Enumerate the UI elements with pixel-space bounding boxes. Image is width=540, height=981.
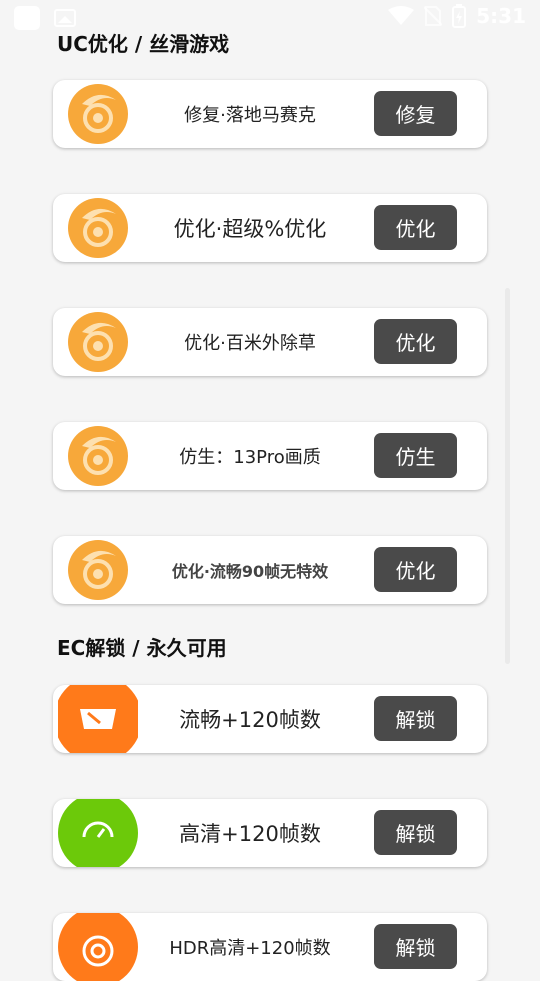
- card-label: 仿生：13Pro画质: [179, 447, 321, 468]
- wifi-icon: [388, 6, 415, 25]
- card-label: 优化·流畅90帧无特效: [171, 562, 329, 581]
- battery-charging-icon: [452, 4, 467, 28]
- card-label: 优化·超级%优化: [173, 217, 327, 241]
- uc-logo-icon: [68, 84, 128, 144]
- unlock-button[interactable]: 解锁: [374, 924, 457, 969]
- section-title-uc: UC优化 / 丝滑游戏: [57, 32, 230, 56]
- image-notification-icon: [54, 9, 76, 27]
- notification-app-icon: [14, 6, 40, 30]
- speedometer-icon: [58, 913, 138, 981]
- fix-button[interactable]: 修复: [374, 91, 457, 136]
- unlock-button[interactable]: 解锁: [374, 810, 457, 855]
- card-label: HDR高清+120帧数: [169, 938, 331, 959]
- card-bionic-13pro: 仿生：13Pro画质 仿生: [53, 422, 487, 490]
- scrollbar[interactable]: [505, 288, 510, 664]
- card-smooth-90fps: 优化·流畅90帧无特效 优化: [53, 536, 487, 604]
- card-label: 修复·落地马赛克: [184, 105, 316, 126]
- card-super-optimize: 优化·超级%优化 优化: [53, 194, 487, 262]
- uc-logo-icon: [68, 540, 128, 600]
- bionic-button[interactable]: 仿生: [374, 433, 457, 478]
- no-sim-icon: [424, 6, 443, 26]
- uc-logo-icon: [68, 426, 128, 486]
- uc-logo-icon: [68, 312, 128, 372]
- section-title-ec: EC解锁 / 永久可用: [57, 636, 227, 660]
- optimize-button[interactable]: 优化: [374, 205, 457, 250]
- uc-logo-icon: [68, 198, 128, 258]
- card-remove-grass: 优化·百米外除草 优化: [53, 308, 487, 376]
- status-time: 5:31: [476, 4, 526, 28]
- gauge-icon: [58, 799, 138, 867]
- card-label: 流畅+120帧数: [179, 708, 321, 732]
- speedometer-icon: [58, 685, 138, 753]
- optimize-button[interactable]: 优化: [374, 319, 457, 364]
- card-unlock-smooth-120: 流畅+120帧数 解锁: [53, 685, 487, 753]
- optimize-button[interactable]: 优化: [374, 547, 457, 592]
- unlock-button[interactable]: 解锁: [374, 696, 457, 741]
- card-label: 优化·百米外除草: [184, 333, 316, 354]
- card-fix-mosaic: 修复·落地马赛克 修复: [53, 80, 487, 148]
- card-unlock-hd-120: 高清+120帧数 解锁: [53, 799, 487, 867]
- card-unlock-hdr-120: HDR高清+120帧数 解锁: [53, 913, 487, 981]
- card-label: 高清+120帧数: [179, 822, 321, 846]
